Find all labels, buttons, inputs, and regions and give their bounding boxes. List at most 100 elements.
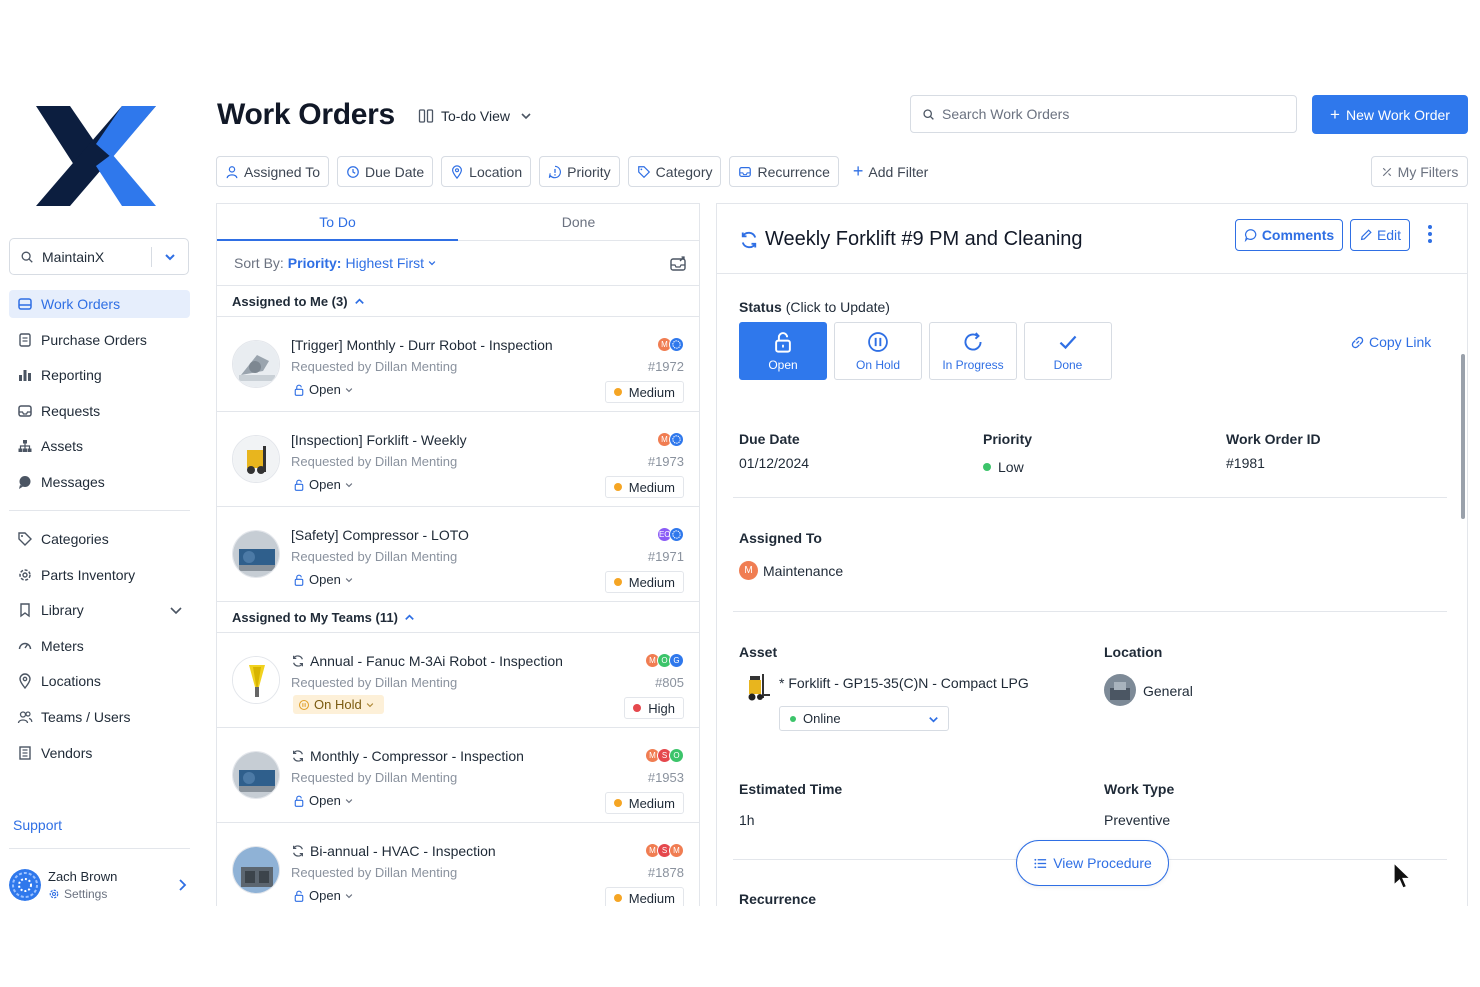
support-link[interactable]: Support xyxy=(13,817,62,833)
work-orders-icon xyxy=(18,298,32,310)
nav-divider xyxy=(9,509,190,511)
sidebar-item-label: Requests xyxy=(41,402,101,419)
sidebar-item-vendors[interactable]: Vendors xyxy=(9,739,190,767)
work-order-detail: Weekly Forklift #9 PM and Cleaning Comme… xyxy=(716,203,1468,906)
recurrence-label: Recurrence xyxy=(739,891,817,906)
sidebar-item-library[interactable]: Library xyxy=(9,596,190,624)
assignee-name: Maintenance xyxy=(763,562,844,579)
filter-priority[interactable]: Priority xyxy=(539,156,620,187)
requested-by: Requested by Dillan Menting xyxy=(291,675,458,690)
chevron-down-icon[interactable] xyxy=(152,250,188,264)
filter-bar: Assigned To Due Date Location Priority C… xyxy=(216,156,928,187)
view-procedure-button[interactable]: View Procedure xyxy=(1016,840,1169,886)
pencil-icon xyxy=(1360,229,1372,241)
sidebar: MaintainX Work Orders Purchase Orders Re… xyxy=(0,80,200,906)
filter-location[interactable]: Location xyxy=(441,156,532,187)
list-item[interactable]: Bi-annual - HVAC - Inspection Requested … xyxy=(217,823,699,906)
add-filter-button[interactable]: + Add Filter xyxy=(847,156,928,187)
chevron-down-icon[interactable] xyxy=(168,602,184,618)
search-work-orders-input[interactable]: Search Work Orders xyxy=(910,95,1297,133)
filter-recurrence[interactable]: Recurrence xyxy=(729,156,839,187)
copy-link-button[interactable]: Copy Link xyxy=(1350,334,1431,350)
view-selector[interactable]: To-do View xyxy=(418,108,540,124)
maintainx-logo[interactable] xyxy=(8,86,184,226)
my-filters-button[interactable]: My Filters xyxy=(1371,156,1468,187)
assigned-to-value[interactable]: M Maintenance xyxy=(739,561,843,580)
asset-link[interactable]: * Forklift - GP15-35(C)N - Compact LPG xyxy=(779,675,1029,691)
list-item[interactable]: [Inspection] Forklift - Weekly Requested… xyxy=(217,412,699,507)
sidebar-item-label: Purchase Orders xyxy=(41,331,147,348)
chevron-right-icon[interactable] xyxy=(174,877,190,893)
status-done-button[interactable]: Done xyxy=(1024,322,1112,380)
estimated-time-label: Estimated Time xyxy=(739,781,843,797)
export-icon[interactable] xyxy=(669,254,687,272)
status-in-progress-button[interactable]: In Progress xyxy=(929,322,1017,380)
chevron-down-icon xyxy=(345,387,353,392)
list-item[interactable]: Annual - Fanuc M-3Ai Robot - Inspection … xyxy=(217,633,699,728)
sort-value[interactable]: Highest First xyxy=(345,255,424,271)
search-placeholder: Search Work Orders xyxy=(942,106,1070,122)
status-dropdown[interactable]: Open xyxy=(293,477,358,492)
priority-dot xyxy=(613,388,622,396)
edit-button[interactable]: Edit xyxy=(1350,219,1410,251)
sidebar-item-label: Teams / Users xyxy=(41,708,131,725)
chevron-down-icon[interactable] xyxy=(427,258,437,268)
organization-select[interactable]: MaintainX xyxy=(9,238,189,275)
filter-label: Category xyxy=(655,163,713,180)
asset-thumbnail xyxy=(232,530,280,578)
work-order-list: To Do Done Sort By: Priority: Highest Fi… xyxy=(216,203,700,906)
filter-due-date[interactable]: Due Date xyxy=(337,156,434,187)
assignee-avatars: M O G xyxy=(645,653,684,668)
team-avatar xyxy=(669,527,684,542)
tab-done[interactable]: Done xyxy=(458,204,699,240)
location-link[interactable]: General xyxy=(1143,683,1193,699)
comments-button[interactable]: Comments xyxy=(1235,219,1343,251)
status-dropdown[interactable]: Open xyxy=(293,888,358,903)
group-header-assigned-to-me[interactable]: Assigned to Me (3) xyxy=(217,286,699,317)
avatar xyxy=(9,869,41,901)
sidebar-item-reporting[interactable]: Reporting xyxy=(9,361,190,389)
group-header-assigned-to-my-teams[interactable]: Assigned to My Teams (11) xyxy=(217,602,699,633)
new-work-order-button[interactable]: + New Work Order xyxy=(1312,95,1468,134)
sidebar-item-locations[interactable]: Locations xyxy=(9,667,190,695)
status-open-button[interactable]: Open xyxy=(739,322,827,380)
status-dropdown[interactable]: On Hold xyxy=(293,695,384,714)
sidebar-item-assets[interactable]: Assets xyxy=(9,432,190,460)
status-dropdown[interactable]: Open xyxy=(293,572,358,587)
filter-assigned-to[interactable]: Assigned To xyxy=(216,156,330,187)
priority-badge: High xyxy=(624,697,684,719)
sort-bar: Sort By: Priority: Highest First xyxy=(217,241,699,286)
more-options-icon[interactable] xyxy=(1427,224,1433,244)
status-dropdown[interactable]: Open xyxy=(293,793,358,808)
sidebar-item-purchase-orders[interactable]: Purchase Orders xyxy=(9,326,190,354)
sort-field[interactable]: Priority: xyxy=(288,255,342,271)
priority-dot xyxy=(983,463,991,471)
priority-dot xyxy=(613,483,622,491)
list-item[interactable]: [Trigger] Monthly - Durr Robot - Inspect… xyxy=(217,317,699,412)
gear-icon xyxy=(49,889,59,899)
list-item[interactable]: Monthly - Compressor - Inspection Reques… xyxy=(217,728,699,823)
sidebar-item-messages[interactable]: Messages xyxy=(9,468,190,496)
work-type-label: Work Type xyxy=(1104,781,1175,797)
asset-status-select[interactable]: Online xyxy=(779,706,949,731)
sidebar-item-label: Parts Inventory xyxy=(41,566,136,583)
tab-to-do[interactable]: To Do xyxy=(217,204,458,240)
scrollbar[interactable] xyxy=(1461,354,1465,519)
sidebar-item-work-orders[interactable]: Work Orders xyxy=(9,290,190,318)
sidebar-item-meters[interactable]: Meters xyxy=(9,632,190,660)
status-on-hold-button[interactable]: On Hold xyxy=(834,322,922,380)
user-settings-link[interactable]: Settings xyxy=(48,887,174,901)
status-dropdown[interactable]: Open xyxy=(293,382,358,397)
sidebar-item-teams-users[interactable]: Teams / Users xyxy=(9,703,190,731)
user-menu[interactable]: Zach Brown Settings xyxy=(9,865,190,905)
filter-category[interactable]: Category xyxy=(627,156,722,187)
sidebar-item-parts-inventory[interactable]: Parts Inventory xyxy=(9,561,190,589)
sidebar-item-requests[interactable]: Requests xyxy=(9,397,190,425)
priority-badge: Medium xyxy=(604,381,684,403)
requested-by: Requested by Dillan Menting xyxy=(291,359,458,374)
detail-header: Weekly Forklift #9 PM and Cleaning Comme… xyxy=(717,204,1467,274)
chevron-up-icon xyxy=(354,297,364,304)
sidebar-item-categories[interactable]: Categories xyxy=(9,525,190,553)
list-item[interactable]: [Safety] Compressor - LOTO Requested by … xyxy=(217,507,699,602)
priority-value: Low xyxy=(983,459,1024,475)
